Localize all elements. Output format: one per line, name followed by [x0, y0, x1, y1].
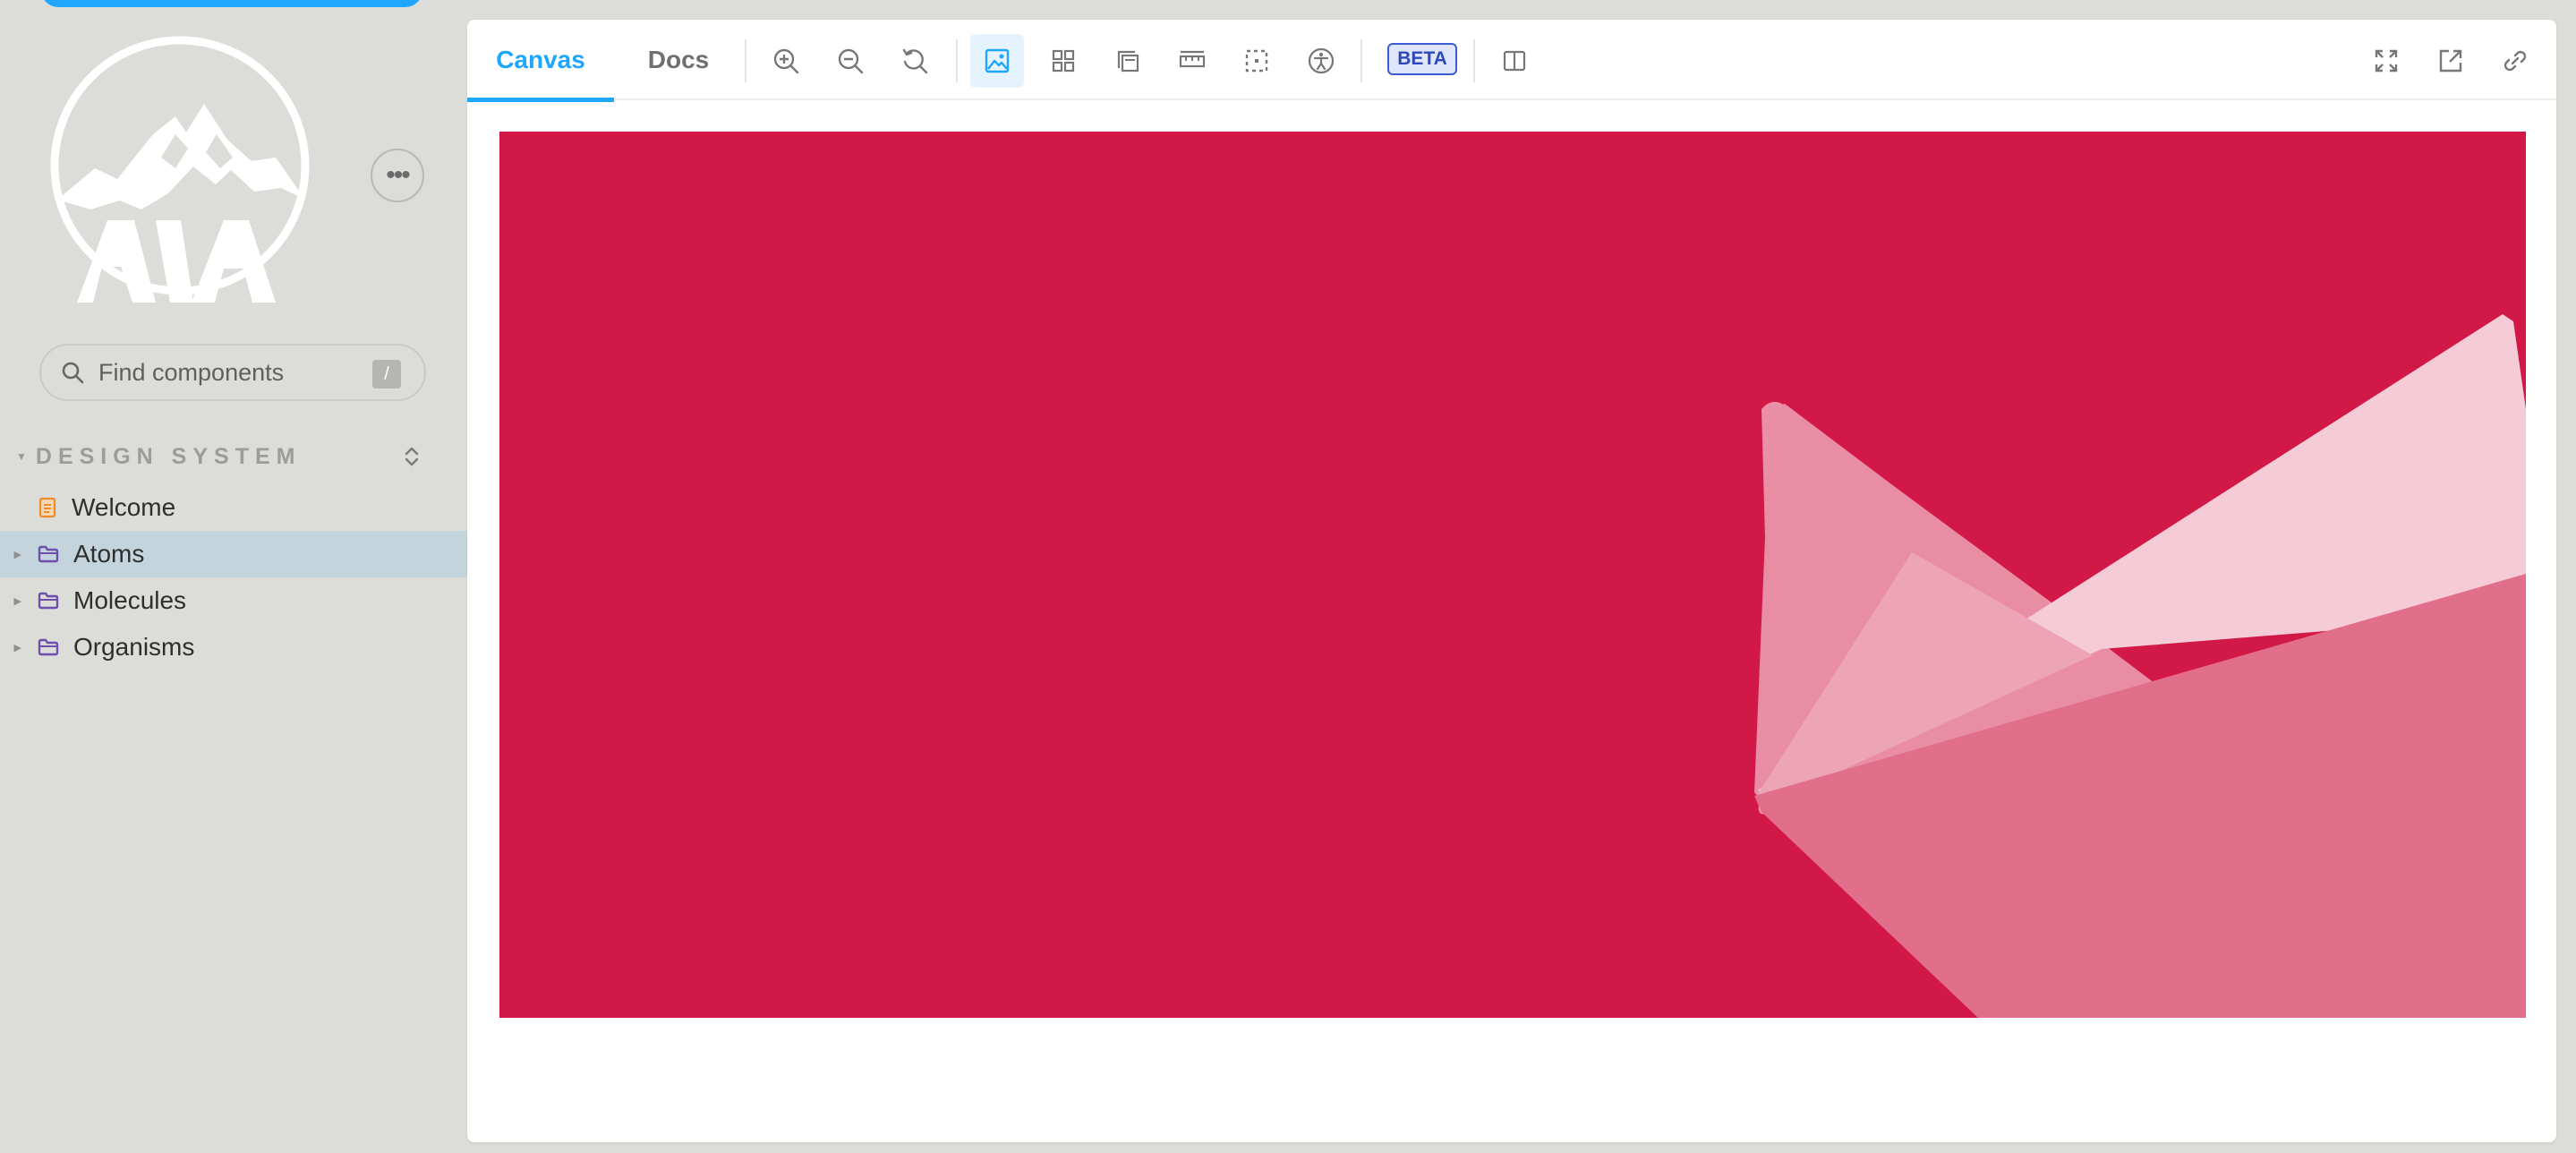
sidebar-item-label: Organisms [73, 633, 195, 661]
preview-panel: Canvas Docs BETA [467, 20, 2556, 1142]
toolbar: Canvas Docs BETA [467, 20, 2556, 102]
sidebar-item-label: Welcome [72, 493, 176, 521]
sidebar-toggle-icon [1503, 50, 1526, 72]
aia-logo [50, 36, 310, 303]
search-input[interactable] [97, 357, 360, 388]
background-icon [985, 48, 1010, 73]
grid-icon [1052, 49, 1075, 73]
toolbar-divider [1361, 39, 1362, 82]
viewport-icon [1117, 50, 1139, 73]
outline-button[interactable] [1230, 34, 1284, 88]
sidebar-menu-button[interactable]: ••• [371, 149, 424, 202]
story-canvas [499, 132, 2526, 1018]
toolbar-divider [956, 39, 958, 82]
document-icon [38, 497, 56, 518]
accessibility-button[interactable] [1294, 34, 1348, 88]
viewport-button[interactable] [1101, 34, 1155, 88]
zoom-out-icon [838, 48, 864, 74]
search-shortcut-hint: / [372, 360, 401, 389]
reset-zoom-button[interactable] [888, 34, 942, 88]
toggle-addons-button[interactable] [1488, 34, 1541, 88]
sidebar-item-welcome[interactable]: Welcome [0, 484, 467, 531]
beta-badge[interactable]: BETA [1387, 43, 1457, 75]
fullscreen-button[interactable] [2359, 34, 2413, 88]
expand-collapse-icon[interactable] [399, 444, 424, 469]
fullscreen-icon [2375, 49, 2398, 73]
tab-canvas[interactable]: Canvas [467, 20, 614, 102]
search-icon [62, 362, 84, 384]
caret-right-icon: ▶ [13, 549, 21, 560]
search-box[interactable]: / [39, 344, 426, 401]
sidebar-item-molecules[interactable]: ▶ Molecules [0, 577, 467, 624]
ellipsis-icon: ••• [386, 160, 410, 190]
caret-right-icon: ▶ [13, 595, 21, 607]
sidebar-item-label: Molecules [73, 586, 187, 614]
reset-zoom-icon [902, 48, 928, 74]
sidebar-item-label: Atoms [73, 540, 145, 568]
sidebar-item-atoms[interactable]: ▶ Atoms [0, 531, 467, 577]
section-header[interactable]: ▼ DESIGN SYSTEM [16, 442, 428, 471]
outline-icon [1245, 49, 1268, 73]
folder-icon [38, 545, 59, 563]
toolbar-divider [745, 39, 746, 82]
tab-docs[interactable]: Docs [614, 20, 743, 100]
folder-icon [38, 638, 59, 656]
zoom-in-icon [773, 48, 799, 74]
grid-button[interactable] [1036, 34, 1090, 88]
copy-link-icon [2503, 50, 2527, 72]
accessibility-icon [1308, 47, 1335, 74]
toolbar-divider [1473, 39, 1475, 82]
caret-right-icon: ▶ [13, 642, 21, 653]
hero-banner-graphic [499, 132, 2526, 1018]
zoom-in-button[interactable] [759, 34, 813, 88]
open-new-tab-button[interactable] [2424, 34, 2478, 88]
folder-icon [38, 592, 59, 610]
measure-icon [1179, 50, 1206, 68]
section-title: DESIGN SYSTEM [35, 443, 302, 469]
background-button[interactable] [970, 34, 1024, 88]
open-new-tab-icon [2439, 49, 2462, 73]
copy-link-button[interactable] [2488, 34, 2542, 88]
caret-down-icon: ▼ [16, 450, 27, 463]
sidebar-item-organisms[interactable]: ▶ Organisms [0, 624, 467, 670]
top-action-button[interactable] [41, 0, 422, 7]
sidebar: ••• / ▼ DESIGN SYSTEM Welcome ▶ [0, 0, 467, 1153]
zoom-out-button[interactable] [823, 34, 877, 88]
measure-button[interactable] [1165, 34, 1219, 88]
